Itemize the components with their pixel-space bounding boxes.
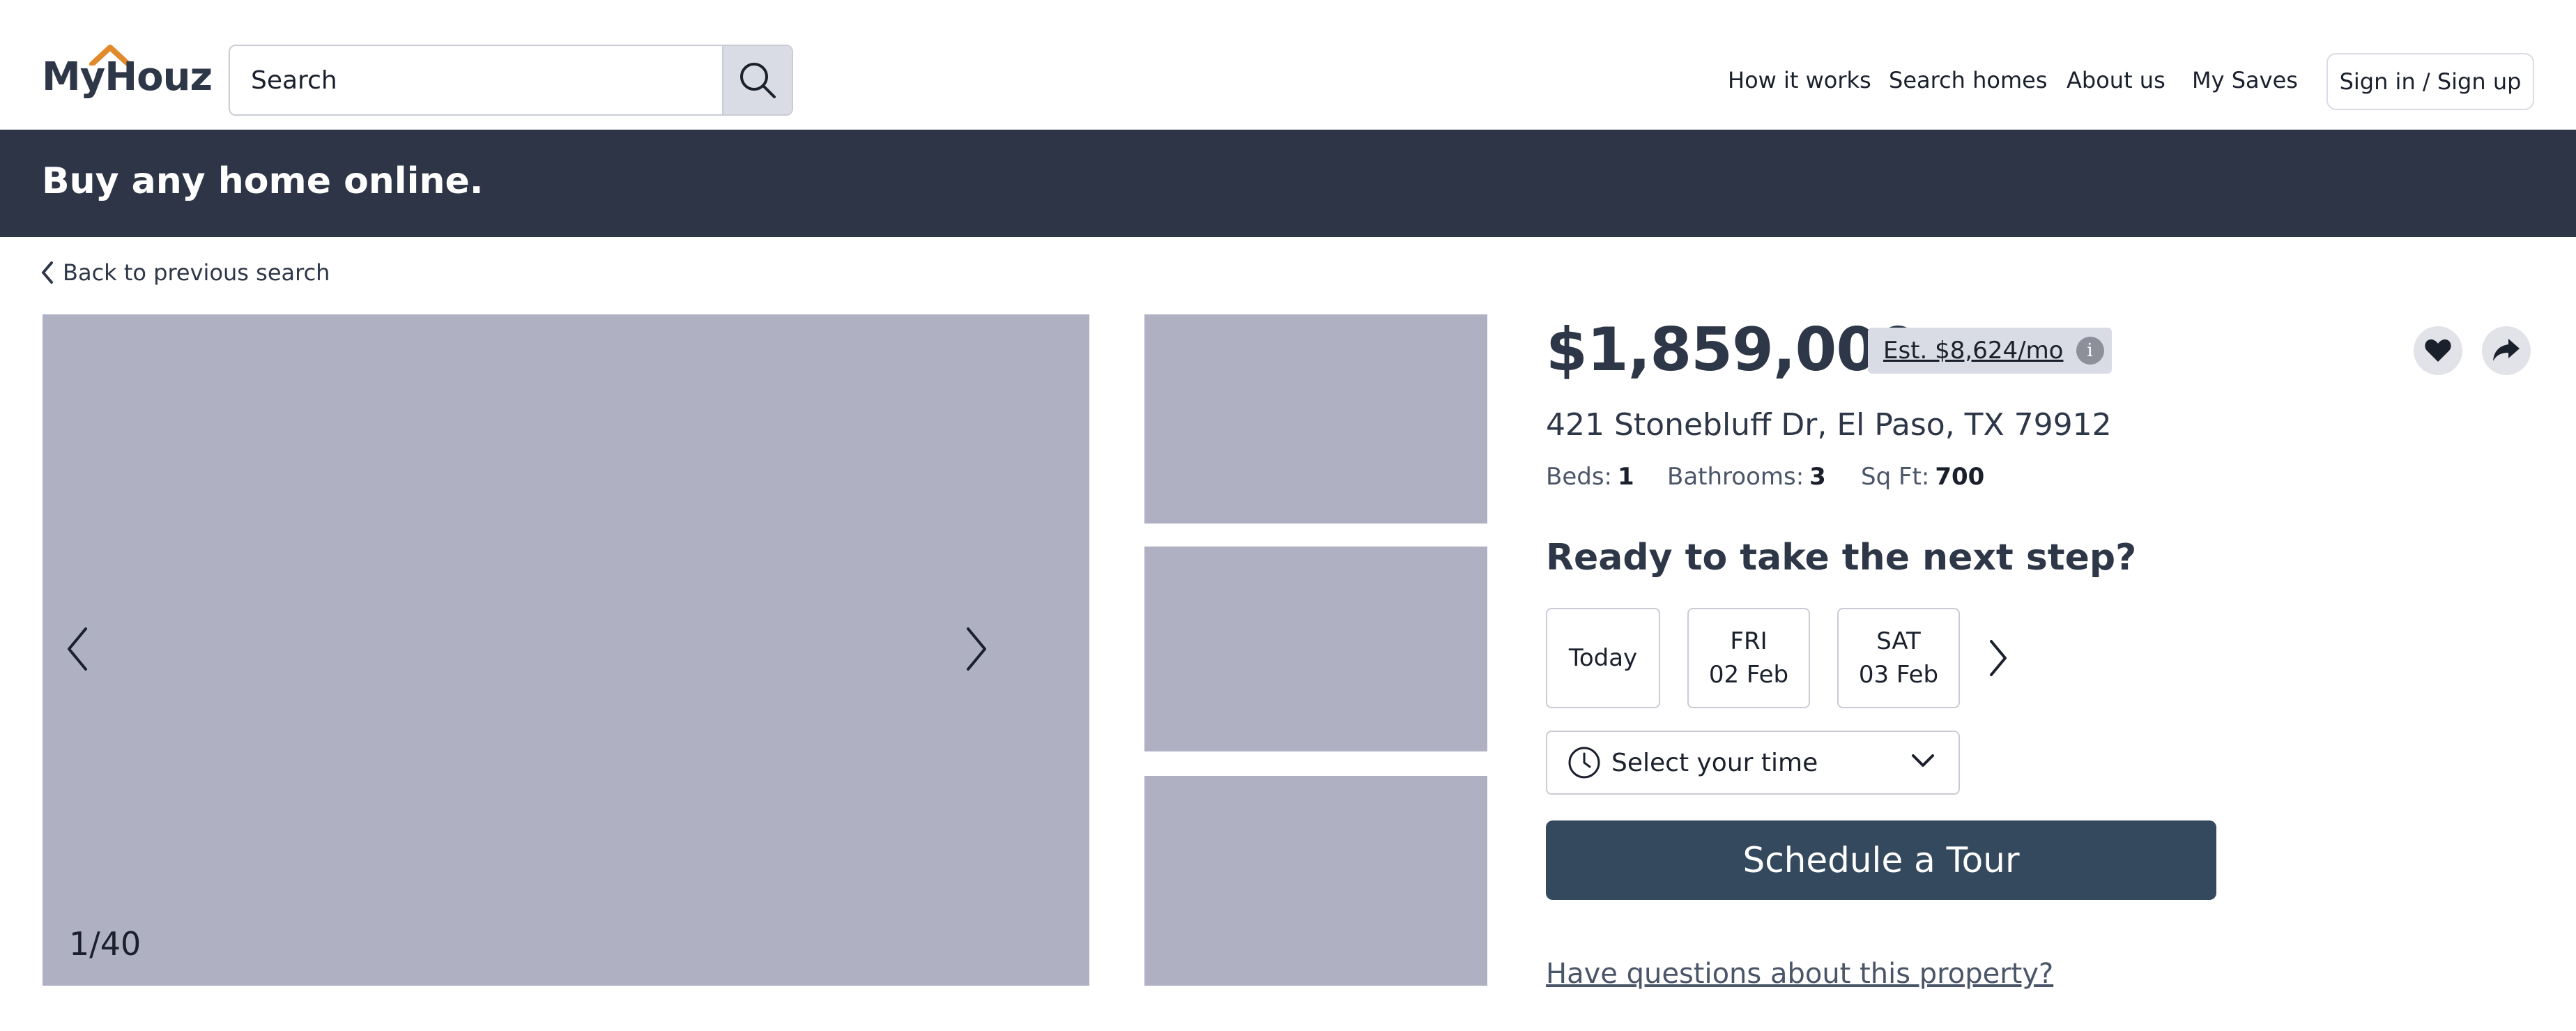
fact-label: Sq Ft: bbox=[1861, 463, 1930, 491]
chevron-right-icon bbox=[1990, 640, 2007, 676]
heart-icon bbox=[2425, 339, 2451, 362]
chevron-left-icon bbox=[68, 627, 87, 671]
chevron-right-icon bbox=[967, 627, 986, 671]
chevron-left-icon bbox=[42, 261, 53, 284]
fact-sqft: Sq Ft: 700 bbox=[1861, 463, 1984, 491]
fact-value: 3 bbox=[1809, 463, 1826, 491]
listing-price: $1,859,000 bbox=[1546, 315, 1919, 385]
thumbnail-photo[interactable] bbox=[1144, 547, 1487, 751]
logo-text: MyHouz bbox=[42, 54, 213, 100]
monthly-estimate[interactable]: Est. $8,624/mo i bbox=[1868, 328, 2112, 374]
nav-about-us[interactable]: About us bbox=[2067, 67, 2165, 93]
fact-bathrooms: Bathrooms: 3 bbox=[1667, 463, 1826, 491]
search-button[interactable] bbox=[722, 46, 792, 114]
day-option-fri[interactable]: FRI 02 Feb bbox=[1687, 608, 1810, 708]
day-option-sat[interactable]: SAT 03 Feb bbox=[1837, 608, 1960, 708]
logo[interactable]: MyHouz bbox=[42, 45, 213, 103]
nav-how-it-works[interactable]: How it works bbox=[1728, 67, 1871, 93]
thumbnail-photo[interactable] bbox=[1144, 776, 1487, 986]
next-days-button[interactable] bbox=[1984, 630, 2011, 686]
time-select-label: Select your time bbox=[1611, 748, 1818, 777]
fact-value: 700 bbox=[1935, 463, 1985, 491]
fact-label: Bathrooms: bbox=[1667, 463, 1804, 491]
hero-banner: Buy any home online. bbox=[0, 130, 2576, 237]
save-favorite-button[interactable] bbox=[2414, 326, 2462, 375]
day-weekday: SAT bbox=[1876, 627, 1921, 655]
nav-search-homes[interactable]: Search homes bbox=[1889, 67, 2048, 93]
time-select[interactable]: Select your time bbox=[1546, 731, 1960, 795]
site-header: MyHouz How it works Search homes About u… bbox=[0, 0, 2576, 130]
banner-title: Buy any home online. bbox=[42, 160, 484, 202]
fact-value: 1 bbox=[1618, 463, 1634, 491]
fact-label: Beds: bbox=[1546, 463, 1612, 491]
search-bar bbox=[229, 45, 793, 116]
nav-my-saves[interactable]: My Saves bbox=[2192, 67, 2298, 93]
signin-button[interactable]: Sign in / Sign up bbox=[2326, 53, 2534, 110]
fact-beds: Beds: 1 bbox=[1546, 463, 1634, 491]
day-date: 02 Feb bbox=[1708, 661, 1789, 689]
main-photo[interactable]: 1/40 bbox=[43, 314, 1089, 986]
day-date: 03 Feb bbox=[1858, 661, 1939, 689]
schedule-tour-button[interactable]: Schedule a Tour bbox=[1546, 820, 2216, 900]
day-option-today[interactable]: Today bbox=[1546, 608, 1660, 708]
search-input[interactable] bbox=[230, 46, 722, 114]
tour-heading: Ready to take the next step? bbox=[1546, 537, 2137, 579]
share-arrow-icon bbox=[2493, 339, 2520, 361]
info-icon[interactable]: i bbox=[2076, 337, 2104, 365]
photo-counter: 1/40 bbox=[69, 925, 141, 963]
back-link-label: Back to previous search bbox=[63, 259, 330, 286]
questions-link[interactable]: Have questions about this property? bbox=[1546, 958, 2053, 990]
previous-photo-button[interactable] bbox=[56, 614, 98, 684]
clock-icon bbox=[1568, 747, 1600, 779]
monthly-estimate-label: Est. $8,624/mo bbox=[1883, 337, 2064, 365]
day-label: Today bbox=[1568, 644, 1638, 672]
search-icon bbox=[740, 63, 776, 98]
day-weekday: FRI bbox=[1730, 627, 1768, 655]
share-button[interactable] bbox=[2482, 326, 2531, 375]
thumbnail-photo[interactable] bbox=[1144, 314, 1487, 524]
back-to-search-link[interactable]: Back to previous search bbox=[39, 259, 330, 286]
chevron-down-icon bbox=[1912, 754, 1934, 767]
listing-address: 421 Stonebluff Dr, El Paso, TX 79912 bbox=[1546, 407, 2112, 443]
next-photo-button[interactable] bbox=[956, 614, 997, 684]
